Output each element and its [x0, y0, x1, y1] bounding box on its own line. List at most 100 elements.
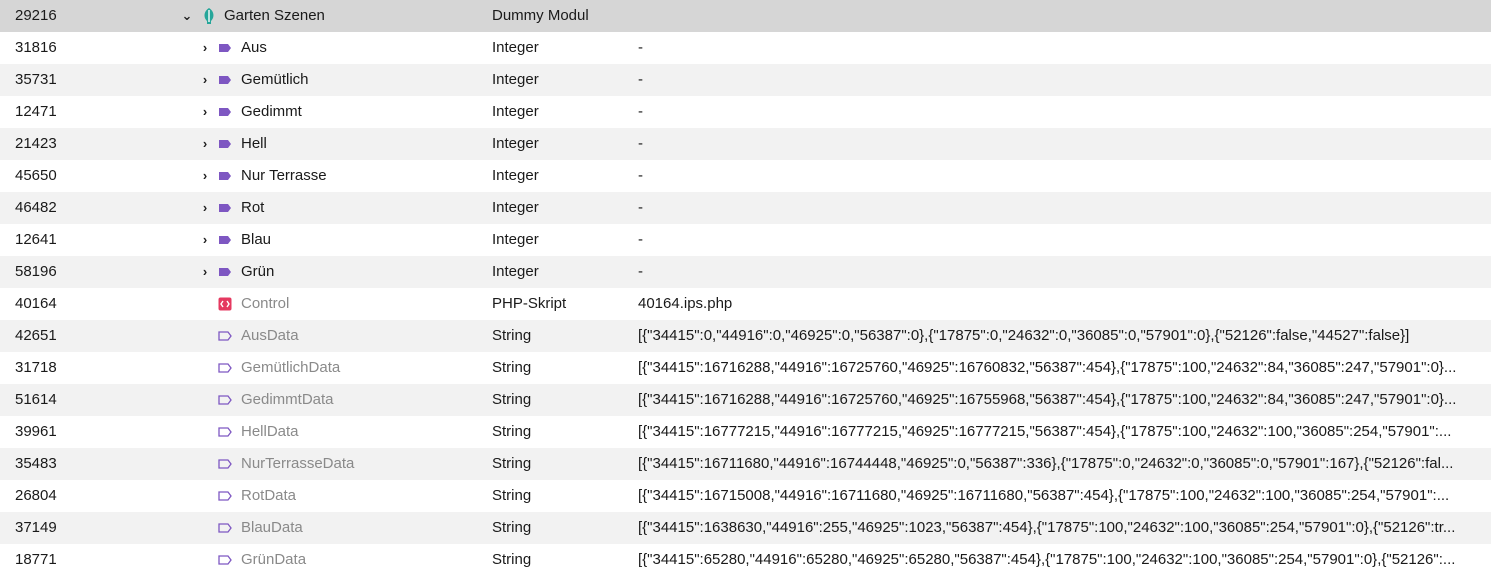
script-icon — [218, 297, 232, 311]
object-type: String — [492, 519, 532, 536]
tree-row[interactable]: 31816 › Aus Integer - — [0, 32, 1491, 64]
object-id: 37149 — [15, 519, 57, 536]
object-type: String — [492, 487, 532, 504]
object-name: HellData — [241, 423, 299, 440]
tree-row[interactable]: 35731 › Gemütlich Integer - — [0, 64, 1491, 96]
object-id: 51614 — [15, 391, 57, 408]
tree-row[interactable]: 51614 GedimmtData String [{"34415":16716… — [0, 384, 1491, 416]
object-value: - — [638, 135, 643, 152]
tree-row[interactable]: 37149 BlauData String [{"34415":1638630,… — [0, 512, 1491, 544]
variable-tag-outline-icon — [218, 459, 232, 469]
chevron-right-icon[interactable]: › — [198, 192, 212, 224]
object-id: 31718 — [15, 359, 57, 376]
tree-row[interactable]: 40164 Control PHP-Skript 40164.ips.php — [0, 288, 1491, 320]
object-type: Integer — [492, 103, 539, 120]
object-id: 46482 — [15, 199, 57, 216]
tree-row[interactable]: 39961 HellData String [{"34415":16777215… — [0, 416, 1491, 448]
object-type: Integer — [492, 199, 539, 216]
object-name: RotData — [241, 487, 297, 504]
object-id: 35483 — [15, 455, 57, 472]
object-name: NurTerrasseData — [241, 455, 355, 472]
object-value: [{"34415":16777215,"44916":16777215,"469… — [638, 423, 1452, 440]
object-value: [{"34415":16711680,"44916":16744448,"469… — [638, 455, 1454, 472]
chevron-right-icon[interactable]: › — [198, 256, 212, 288]
object-id: 26804 — [15, 487, 57, 504]
object-type: String — [492, 391, 532, 408]
object-id: 40164 — [15, 295, 57, 312]
tree-row[interactable]: 18771 GrünData String [{"34415":65280,"4… — [0, 544, 1491, 576]
tree-row[interactable]: 35483 NurTerrasseData String [{"34415":1… — [0, 448, 1491, 480]
object-value: - — [638, 231, 643, 248]
chevron-right-icon[interactable]: › — [198, 64, 212, 96]
object-name: GemütlichData — [241, 359, 341, 376]
object-id: 12471 — [15, 103, 57, 120]
chevron-down-icon[interactable]: ⌄ — [180, 0, 194, 32]
tree-row[interactable]: 12471 › Gedimmt Integer - — [0, 96, 1491, 128]
object-name: Gemütlich — [241, 71, 309, 88]
object-type: Dummy Modul — [492, 7, 589, 24]
tree-row[interactable]: 12641 › Blau Integer - — [0, 224, 1491, 256]
chevron-right-icon[interactable]: › — [198, 160, 212, 192]
object-name: Aus — [241, 39, 267, 56]
object-id: 12641 — [15, 231, 57, 248]
object-tree: 29216 ⌄ Garten Szenen Dummy Modul 31816 … — [0, 0, 1491, 576]
object-value: [{"34415":16715008,"44916":16711680,"469… — [638, 487, 1450, 504]
tree-row[interactable]: 42651 AusData String [{"34415":0,"44916"… — [0, 320, 1491, 352]
variable-tag-outline-icon — [218, 331, 232, 341]
variable-tag-icon — [219, 76, 231, 84]
object-id: 29216 — [15, 7, 57, 24]
object-value: [{"34415":16716288,"44916":16725760,"469… — [638, 391, 1457, 408]
object-name: Hell — [241, 135, 267, 152]
variable-tag-icon — [219, 172, 231, 180]
object-id: 42651 — [15, 327, 57, 344]
chevron-right-icon[interactable]: › — [198, 224, 212, 256]
tree-row[interactable]: 58196 › Grün Integer - — [0, 256, 1491, 288]
variable-tag-outline-icon — [218, 555, 232, 565]
object-type: String — [492, 455, 532, 472]
chevron-right-icon[interactable]: › — [198, 96, 212, 128]
object-id: 18771 — [15, 551, 57, 568]
object-name: Grün — [241, 263, 275, 280]
variable-tag-icon — [219, 108, 231, 116]
object-type: String — [492, 359, 532, 376]
object-value: - — [638, 103, 643, 120]
variable-tag-icon — [219, 44, 231, 52]
variable-tag-outline-icon — [218, 363, 232, 373]
object-type: Integer — [492, 135, 539, 152]
object-id: 39961 — [15, 423, 57, 440]
leaf-module-icon — [204, 8, 214, 24]
object-id: 45650 — [15, 167, 57, 184]
variable-tag-outline-icon — [218, 395, 232, 405]
object-value: [{"34415":0,"44916":0,"46925":0,"56387":… — [638, 327, 1410, 344]
object-type: String — [492, 551, 532, 568]
object-name: Rot — [241, 199, 265, 216]
chevron-right-icon[interactable]: › — [198, 32, 212, 64]
object-id: 58196 — [15, 263, 57, 280]
variable-tag-icon — [219, 204, 231, 212]
tree-row[interactable]: 46482 › Rot Integer - — [0, 192, 1491, 224]
object-name: AusData — [241, 327, 299, 344]
tree-row[interactable]: 26804 RotData String [{"34415":16715008,… — [0, 480, 1491, 512]
object-name: Gedimmt — [241, 103, 302, 120]
object-type: Integer — [492, 39, 539, 56]
variable-tag-icon — [219, 236, 231, 244]
object-type: String — [492, 423, 532, 440]
object-value: 40164.ips.php — [638, 295, 733, 312]
tree-row[interactable]: 31718 GemütlichData String [{"34415":167… — [0, 352, 1491, 384]
object-type: Integer — [492, 71, 539, 88]
object-name: BlauData — [241, 519, 303, 536]
tree-row-root[interactable]: 29216 ⌄ Garten Szenen Dummy Modul — [0, 0, 1491, 32]
chevron-right-icon[interactable]: › — [198, 128, 212, 160]
tree-row[interactable]: 21423 › Hell Integer - — [0, 128, 1491, 160]
object-id: 35731 — [15, 71, 57, 88]
object-id: 21423 — [15, 135, 57, 152]
object-type: Integer — [492, 231, 539, 248]
object-name: Garten Szenen — [224, 7, 325, 24]
object-value: [{"34415":16716288,"44916":16725760,"469… — [638, 359, 1457, 376]
variable-tag-outline-icon — [218, 523, 232, 533]
tree-row[interactable]: 45650 › Nur Terrasse Integer - — [0, 160, 1491, 192]
variable-tag-outline-icon — [218, 491, 232, 501]
object-value: [{"34415":65280,"44916":65280,"46925":65… — [638, 551, 1456, 568]
object-name: Nur Terrasse — [241, 167, 327, 184]
object-type: PHP-Skript — [492, 295, 567, 312]
